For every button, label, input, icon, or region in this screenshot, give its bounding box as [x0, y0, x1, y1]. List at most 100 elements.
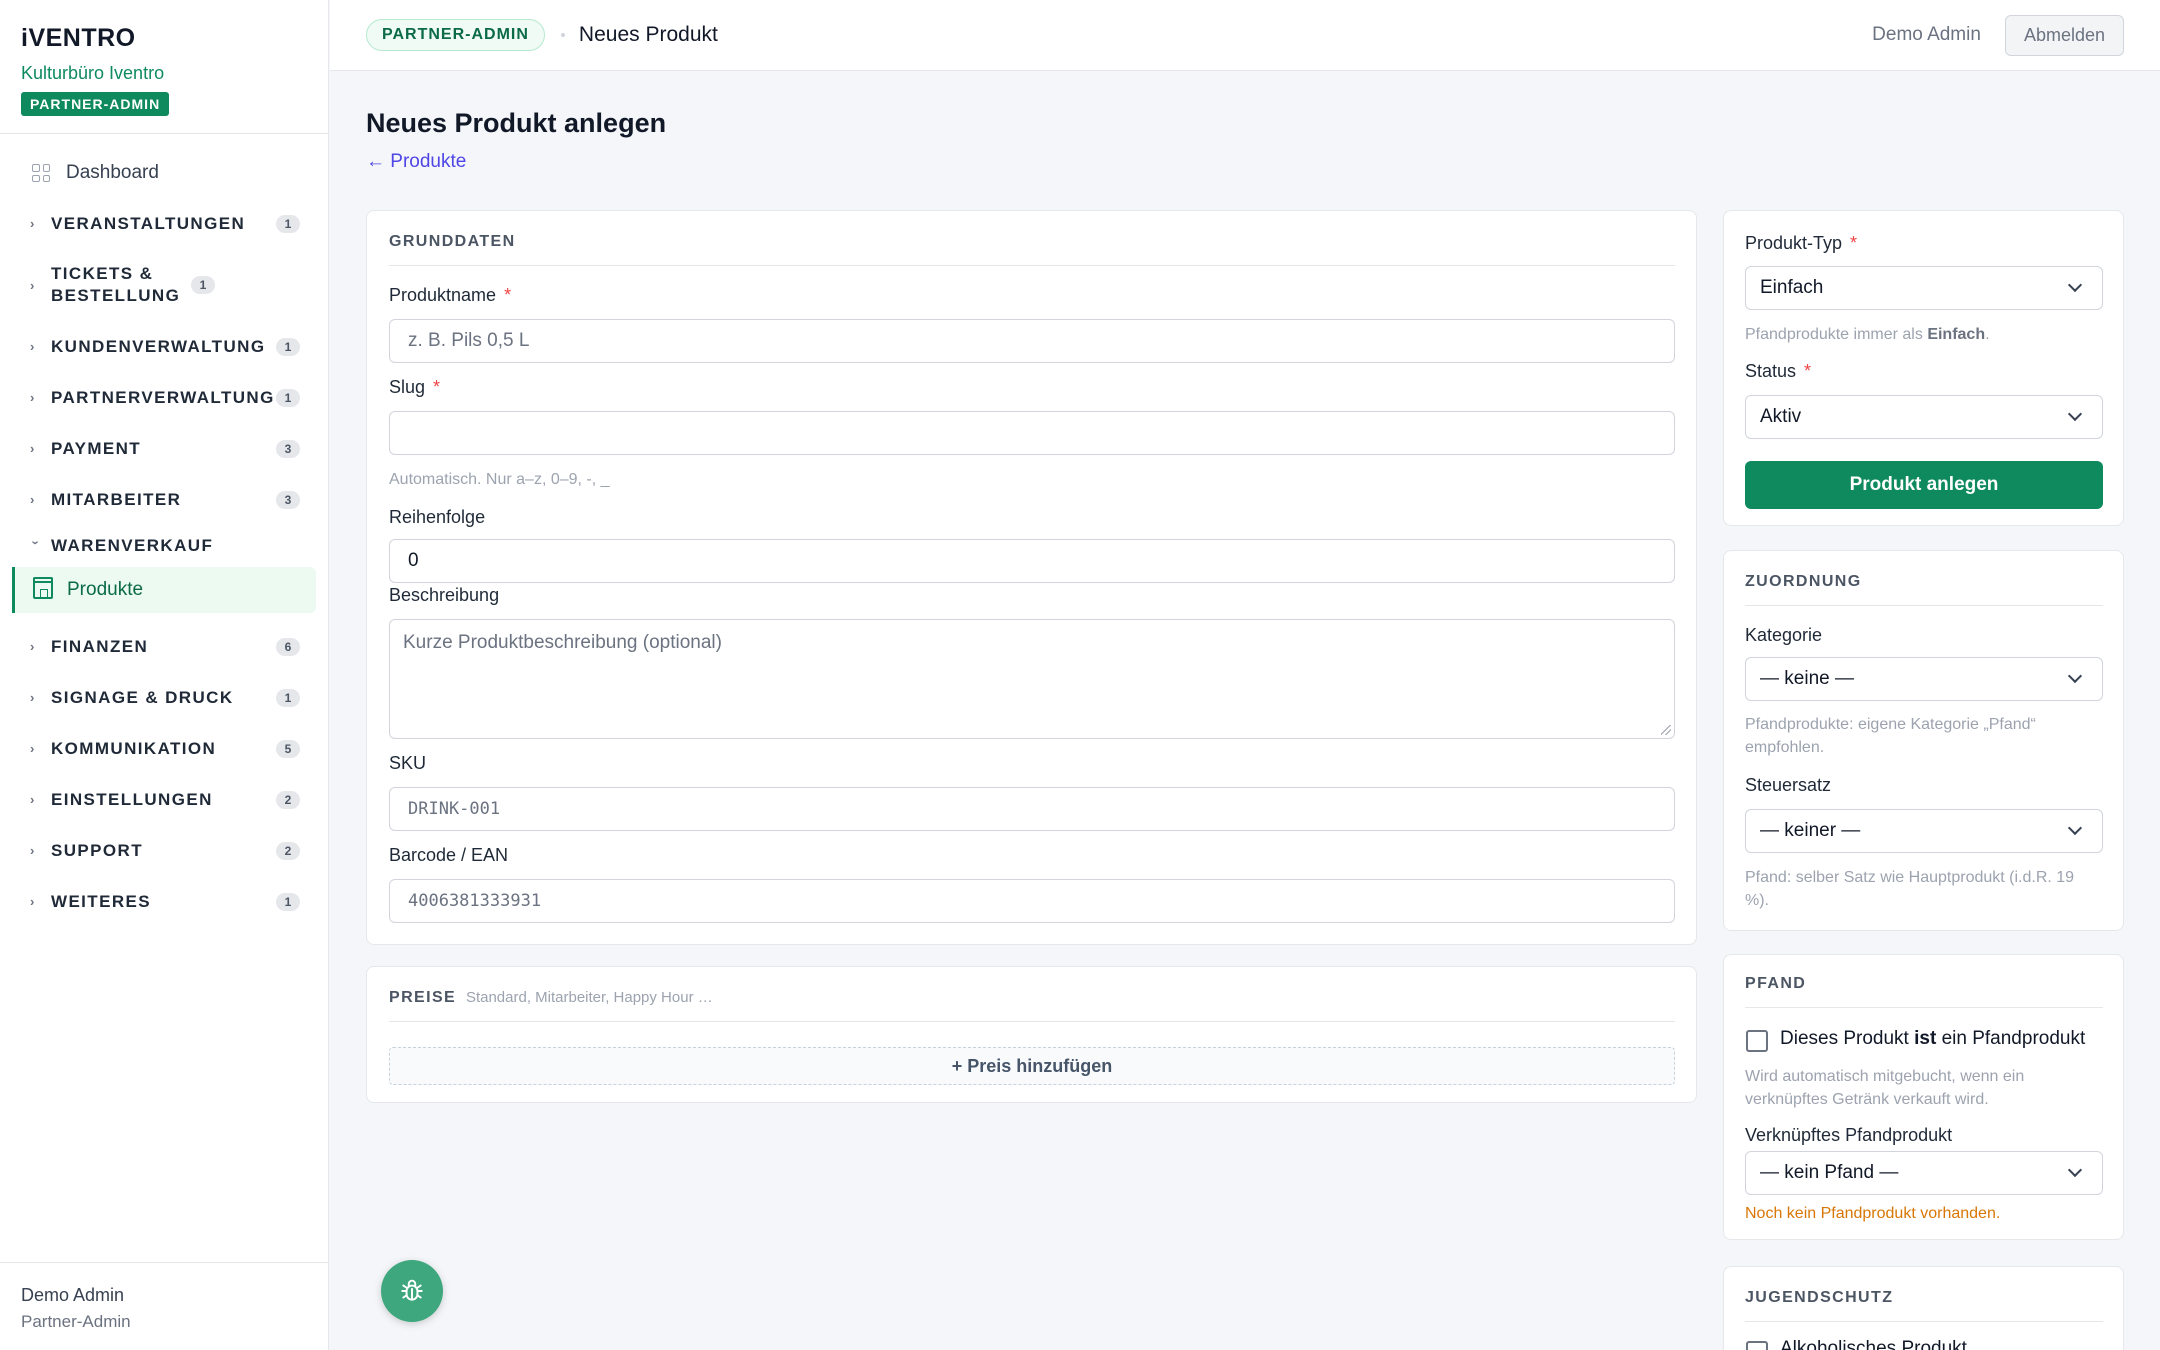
- add-price-button[interactable]: + Preis hinzufügen: [389, 1047, 1675, 1085]
- chevron-right-icon: ›: [30, 894, 36, 909]
- page-title: Neues Produkt anlegen: [366, 108, 667, 138]
- description-textarea[interactable]: Kurze Produktbeschreibung (optional): [389, 619, 1675, 739]
- sidebar-section-count: 2: [276, 841, 300, 860]
- barcode-placeholder: 4006381333931: [408, 891, 542, 911]
- alcohol-label[interactable]: Alkoholisches Produkt: [1780, 1338, 1967, 1350]
- chevron-down-icon: [2067, 1162, 2083, 1178]
- tax-rate-label: Steuersatz: [1745, 775, 1832, 795]
- sidebar-item-label: Produkte: [67, 579, 144, 600]
- required-marker: *: [433, 377, 441, 397]
- order-input[interactable]: 0: [389, 539, 1675, 583]
- bug-report-button[interactable]: [381, 1260, 443, 1322]
- order-value: 0: [408, 550, 419, 571]
- sidebar-section-count: 2: [276, 790, 300, 809]
- is-deposit-label[interactable]: Dieses Produkt ist ein Pfandprodukt: [1780, 1028, 2085, 1050]
- sidebar-section-finanzen[interactable]: › FINANZEN 6: [0, 621, 328, 672]
- role-badge: PARTNER-ADMIN: [21, 92, 170, 116]
- grunddaten-card: GRUNDDATEN Produktname * z. B. Pils 0,5 L…: [366, 210, 1697, 945]
- sidebar-section-label: PAYMENT: [51, 438, 142, 458]
- chevron-right-icon: ›: [30, 492, 36, 507]
- topbar-user-name[interactable]: Demo Admin: [1872, 24, 1981, 46]
- sidebar-nav: Dashboard › VERANSTALTUNGEN 1 › TICKETS …: [0, 134, 328, 927]
- create-product-button[interactable]: Produkt anlegen: [1745, 461, 2103, 509]
- product-name-input[interactable]: z. B. Pils 0,5 L: [389, 319, 1675, 363]
- category-hint: Pfandprodukte: eigene Kategorie „Pfand“ …: [1745, 716, 2036, 756]
- zuordnung-card: ZUORDNUNG Kategorie — keine — Pfandprodu…: [1723, 550, 2124, 931]
- back-to-products-link[interactable]: ← Produkte: [366, 151, 466, 173]
- product-name-label: Produktname *: [389, 285, 512, 305]
- slug-label: Slug *: [389, 377, 441, 397]
- dashboard-grid-icon: [32, 164, 50, 182]
- brand-logo[interactable]: iVENTRO: [21, 24, 328, 53]
- topbar: PARTNER-ADMIN Neues Produkt Demo Admin A…: [330, 0, 2160, 71]
- sidebar-section-label: KUNDENVERWALTUNG: [51, 336, 266, 356]
- jugendschutz-card: JUGENDSCHUTZ Alkoholisches Produkt: [1723, 1266, 2124, 1350]
- sidebar-section-count: 1: [276, 214, 300, 233]
- sidebar-section-mitarbeiter[interactable]: › MITARBEITER 3: [0, 474, 328, 525]
- jugendschutz-title: JUGENDSCHUTZ: [1745, 1289, 2103, 1322]
- chevron-right-icon: ›: [30, 741, 36, 756]
- is-deposit-checkbox[interactable]: [1746, 1030, 1768, 1052]
- order-label: Reihenfolge: [389, 507, 486, 527]
- chevron-right-icon: ›: [30, 441, 36, 456]
- sidebar-section-count: 1: [191, 276, 215, 294]
- product-type-select[interactable]: Einfach: [1745, 266, 2103, 310]
- description-label: Beschreibung: [389, 585, 500, 605]
- chevron-down-icon: [2067, 406, 2083, 422]
- sidebar-section-partnerverwaltung[interactable]: › PARTNERVERWALTUNG 1: [0, 372, 328, 423]
- preise-subtitle: Standard, Mitarbeiter, Happy Hour …: [465, 989, 713, 1006]
- topbar-title: Neues Produkt: [578, 23, 718, 46]
- resize-handle-icon[interactable]: [1661, 725, 1671, 735]
- role-pill: PARTNER-ADMIN: [366, 19, 545, 51]
- category-select[interactable]: — keine —: [1745, 657, 2103, 701]
- store-icon: [33, 577, 53, 599]
- sidebar-section-veranstaltungen[interactable]: › VERANSTALTUNGEN 1: [0, 198, 328, 249]
- chevron-right-icon: ›: [30, 792, 36, 807]
- sidebar-section-label: TICKETS & BESTELLUNG: [51, 264, 181, 305]
- sidebar-user-name: Demo Admin: [21, 1285, 125, 1305]
- chevron-right-icon: ›: [30, 277, 36, 293]
- status-select[interactable]: Aktiv: [1745, 395, 2103, 439]
- status-value: Aktiv: [1760, 406, 1802, 427]
- sidebar-section-signage-druck[interactable]: › SIGNAGE & DRUCK 1: [0, 672, 328, 723]
- grunddaten-title: GRUNDDATEN: [389, 233, 1675, 266]
- linked-deposit-select[interactable]: — kein Pfand —: [1745, 1151, 2103, 1195]
- sidebar-section-count: 1: [276, 388, 300, 407]
- category-value: — keine —: [1760, 668, 1854, 689]
- sidebar-section-count: 3: [276, 439, 300, 458]
- chevron-right-icon: ›: [30, 843, 36, 858]
- tax-rate-select[interactable]: — keiner —: [1745, 809, 2103, 853]
- sidebar-section-label: WARENVERKAUF: [51, 536, 214, 555]
- sidebar-user-footer[interactable]: Demo Admin Partner-Admin: [0, 1262, 329, 1350]
- alcohol-checkbox[interactable]: [1746, 1341, 1768, 1350]
- sidebar-section-kommunikation[interactable]: › KOMMUNIKATION 5: [0, 723, 328, 774]
- sidebar-section-warenverkauf[interactable]: › WARENVERKAUF: [0, 525, 328, 567]
- sidebar-section-tickets-bestellung[interactable]: › TICKETS & BESTELLUNG 1: [0, 249, 328, 321]
- pfand-title: PFAND: [1745, 975, 2103, 1008]
- product-type-label: Produkt-Typ *: [1745, 233, 1858, 253]
- sidebar-section-count: 1: [276, 688, 300, 707]
- sku-input[interactable]: DRINK-001: [389, 787, 1675, 831]
- slug-input[interactable]: [389, 411, 1675, 455]
- sidebar-section-kundenverwaltung[interactable]: › KUNDENVERWALTUNG 1: [0, 321, 328, 372]
- sidebar-section-weiteres[interactable]: › WEITERES 1: [0, 876, 328, 927]
- sidebar-item-produkte[interactable]: Produkte: [12, 567, 316, 613]
- sku-label: SKU: [389, 753, 427, 773]
- chevron-right-icon: ›: [30, 216, 36, 231]
- sidebar-section-support[interactable]: › SUPPORT 2: [0, 825, 328, 876]
- sidebar-section-count: 3: [276, 490, 300, 509]
- sidebar-item-dashboard[interactable]: Dashboard: [0, 148, 328, 198]
- required-marker: *: [1850, 233, 1858, 253]
- sidebar-user-role: Partner-Admin: [21, 1312, 131, 1331]
- slug-hint: Automatisch. Nur a–z, 0–9, -, _: [389, 471, 610, 488]
- sidebar-section-label: FINANZEN: [51, 636, 149, 656]
- sidebar-section-count: 6: [276, 637, 300, 656]
- sidebar-section-payment[interactable]: › PAYMENT 3: [0, 423, 328, 474]
- logout-button[interactable]: Abmelden: [2004, 14, 2124, 56]
- barcode-input[interactable]: 4006381333931: [389, 879, 1675, 923]
- status-label: Status *: [1745, 361, 1812, 381]
- brand-block: iVENTRO Kulturbüro Iventro PARTNER-ADMIN: [0, 0, 328, 134]
- category-label: Kategorie: [1745, 625, 1823, 645]
- chevron-right-icon: ›: [30, 639, 36, 654]
- sidebar-section-einstellungen[interactable]: › EINSTELLUNGEN 2: [0, 774, 328, 825]
